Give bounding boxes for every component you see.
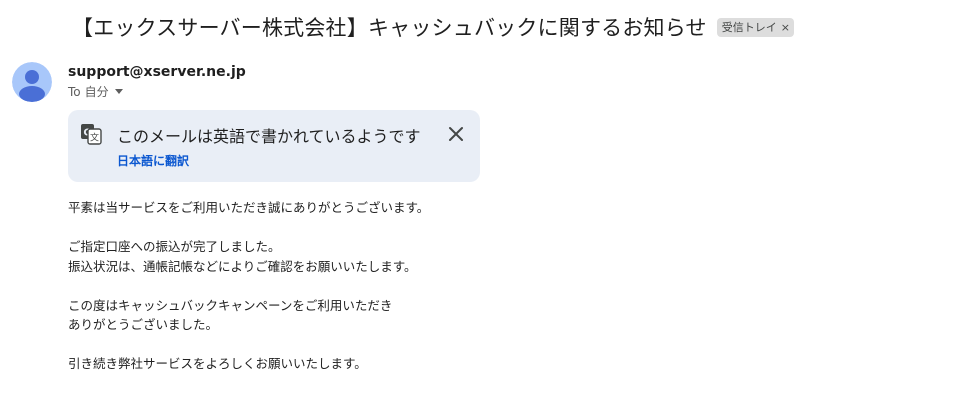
recipients-toggle[interactable]: To 自分 bbox=[68, 83, 123, 100]
body-line: 平素は当サービスをご利用いただき誠にありがとうございます。 bbox=[68, 200, 430, 215]
body-line: 引き続き弊社サービスをよろしくお願いいたします。 bbox=[68, 356, 367, 371]
to-label: To bbox=[68, 84, 81, 99]
sender-email[interactable]: support@xserver.ne.jp bbox=[68, 64, 246, 80]
translate-to-japanese-link[interactable]: 日本語に翻訳 bbox=[117, 152, 189, 169]
translate-icon: G 文 bbox=[81, 124, 102, 145]
body-line: 振込状況は、通帳記帳などによりご確認をお願いいたします。 bbox=[68, 258, 417, 274]
body-line bbox=[68, 218, 429, 238]
email-body: 平素は当サービスをご利用いただき誠にありがとうございます。 ご指定口座への振込が… bbox=[68, 198, 429, 374]
translation-message: このメールは英語で書かれているようです bbox=[117, 127, 421, 146]
translation-banner: G 文 このメールは英語で書かれているようです 日本語に翻訳 bbox=[68, 110, 480, 182]
email-view: 【エックスサーバー株式会社】キャッシュバックに関するお知らせ 受信トレイ × s… bbox=[0, 0, 960, 400]
body-line: この度はキャッシュバックキャンペーンをご利用いただき bbox=[68, 297, 393, 313]
person-avatar-icon bbox=[12, 62, 52, 102]
subject-row: 【エックスサーバー株式会社】キャッシュバックに関するお知らせ 受信トレイ × bbox=[72, 10, 794, 44]
inbox-label-chip[interactable]: 受信トレイ × bbox=[716, 17, 794, 37]
caret-down-icon[interactable] bbox=[114, 89, 123, 94]
close-icon[interactable] bbox=[445, 123, 467, 145]
email-subject: 【エックスサーバー株式会社】キャッシュバックに関するお知らせ bbox=[72, 16, 707, 40]
sender-avatar[interactable] bbox=[12, 62, 52, 102]
svg-text:文: 文 bbox=[90, 132, 99, 144]
inbox-label-text: 受信トレイ bbox=[721, 21, 777, 34]
to-recipient: 自分 bbox=[84, 85, 109, 99]
body-line: ご指定口座への振込が完了しました。 bbox=[68, 239, 281, 254]
body-line bbox=[68, 335, 429, 355]
body-line: ありがとうございました。 bbox=[68, 317, 219, 332]
body-line bbox=[68, 276, 429, 296]
remove-label-icon[interactable]: × bbox=[781, 22, 790, 33]
